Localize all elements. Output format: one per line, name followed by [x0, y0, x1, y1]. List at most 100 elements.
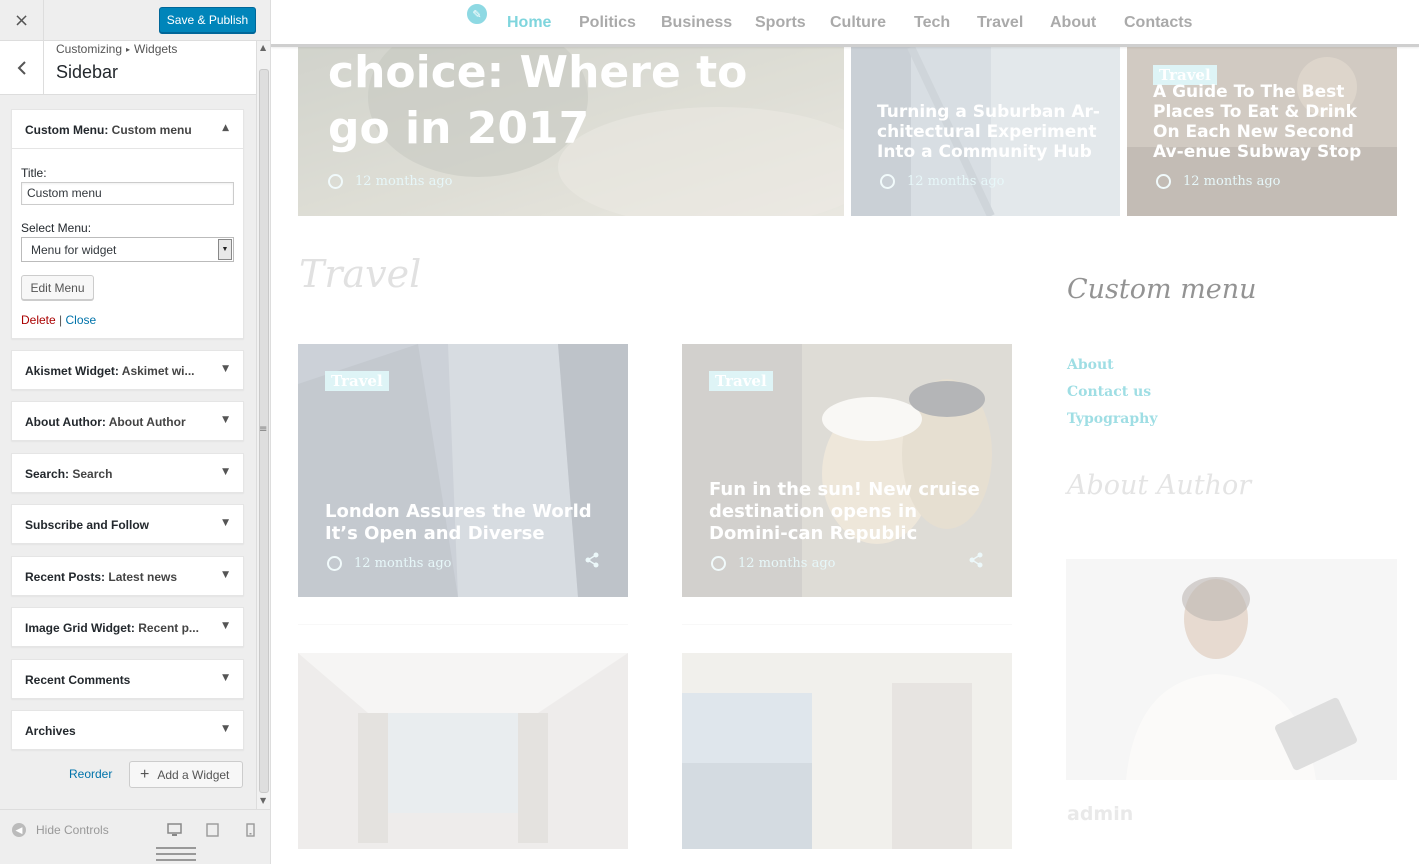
widget-title: Akismet Widget: Askimet wi...	[25, 364, 195, 378]
caret-down-icon[interactable]: ▼	[222, 724, 229, 734]
category-tag[interactable]: Travel	[709, 371, 773, 391]
link-separator: |	[59, 313, 63, 327]
clock-icon	[328, 174, 343, 189]
resize-handle[interactable]	[156, 847, 196, 864]
widget-archives[interactable]: Archives ▼	[11, 710, 244, 750]
customizer-screen: × Save & Publish Customizing ▸ Widgets Sid…	[0, 0, 1419, 864]
mobile-preview-icon[interactable]	[246, 823, 255, 841]
panel-scrollbar[interactable]: ▲ ≡ ▼	[256, 41, 270, 809]
customizer-panel: × Save & Publish Customizing ▸ Widgets Sid…	[0, 0, 271, 864]
hero-side-title[interactable]: A Guide To The Best Places To Eat & Drin…	[1153, 82, 1388, 162]
menu-select[interactable]: Menu for widget ▼	[21, 237, 234, 262]
widget-recent-comments[interactable]: Recent Comments ▼	[11, 659, 244, 699]
hero-post-meta: 12 months ago	[328, 174, 453, 189]
widget-title: Image Grid Widget: Recent p...	[25, 621, 199, 635]
widget-title: Search: Search	[25, 467, 112, 481]
desktop-preview-icon[interactable]	[167, 823, 182, 841]
delete-link[interactable]: Delete	[21, 313, 56, 327]
caret-down-icon[interactable]: ▼	[222, 570, 229, 580]
close-link[interactable]: Close	[66, 313, 97, 327]
menu-link-typography[interactable]: Typography	[1067, 411, 1157, 427]
hero-side-card[interactable]: Travel A Guide To The Best Places To Eat…	[1127, 47, 1397, 216]
post-time: 12 months ago	[907, 174, 1005, 189]
scroll-down-icon[interactable]: ▼	[260, 796, 266, 805]
hero-side-meta: 12 months ago	[880, 174, 1005, 189]
share-icon[interactable]	[584, 552, 600, 572]
author-photo	[1066, 559, 1397, 780]
widget-title-main: Akismet Widget:	[25, 364, 119, 378]
back-button[interactable]	[0, 41, 44, 95]
widget-title: Recent Posts: Latest news	[25, 570, 177, 584]
nav-item-contacts[interactable]: Contacts	[1124, 14, 1192, 32]
widget-custom-menu-header[interactable]: Custom Menu: Custom menu ▲	[12, 110, 243, 149]
widget-akismet[interactable]: Akismet Widget: Askimet wi... ▼	[11, 350, 244, 390]
widget-about-author[interactable]: About Author: About Author ▼	[11, 401, 244, 441]
caret-down-icon[interactable]: ▼	[222, 518, 229, 528]
nav-item-culture[interactable]: Culture	[830, 14, 886, 32]
caret-down-icon[interactable]: ▼	[222, 415, 229, 425]
main-navigation: Home Politics Business Sports Culture Te…	[271, 0, 1419, 47]
clock-icon	[880, 174, 895, 189]
nav-item-home[interactable]: Home	[507, 14, 551, 32]
post-card[interactable]: Travel London Assures the World It’s Ope…	[298, 344, 628, 597]
post-divider	[682, 624, 1012, 625]
post-time: 12 months ago	[738, 556, 836, 571]
tablet-preview-icon[interactable]	[206, 823, 219, 841]
widget-recent-posts[interactable]: Recent Posts: Latest news ▼	[11, 556, 244, 596]
widget-subscribe-follow[interactable]: Subscribe and Follow ▼	[11, 504, 244, 544]
hero-post-title[interactable]: choice: Where to go in 2017	[328, 47, 808, 157]
hero-side-card[interactable]: Turning a Suburban Ar-chitectural Experi…	[851, 47, 1120, 216]
author-name: admin	[1067, 803, 1134, 825]
post-title[interactable]: Fun in the sun! New cruise destination o…	[709, 479, 999, 545]
post-title[interactable]: London Assures the World It’s Open and D…	[325, 501, 615, 545]
hide-controls-button[interactable]: ◀ Hide Controls	[12, 823, 109, 837]
post-card[interactable]	[682, 653, 1012, 849]
nav-item-sports[interactable]: Sports	[755, 14, 806, 32]
menu-link-contact-us[interactable]: Contact us	[1067, 384, 1151, 400]
edit-shortcut-pencil-icon[interactable]: ✎	[465, 2, 489, 26]
caret-down-icon[interactable]: ▼	[222, 467, 229, 477]
widget-search[interactable]: Search: Search ▼	[11, 453, 244, 493]
reorder-link[interactable]: Reorder	[69, 767, 112, 781]
caret-down-icon[interactable]: ▼	[222, 364, 229, 374]
caret-down-icon[interactable]: ▼	[222, 621, 229, 631]
nav-item-politics[interactable]: Politics	[579, 14, 636, 32]
widget-title-main: Archives	[25, 724, 76, 738]
dropdown-arrow-icon[interactable]: ▼	[218, 239, 232, 260]
select-menu-label: Select Menu:	[21, 221, 92, 235]
clock-icon	[711, 556, 726, 571]
menu-link-about[interactable]: About	[1067, 357, 1114, 373]
scroll-up-icon[interactable]: ▲	[260, 43, 266, 52]
hero-post-card[interactable]: choice: Where to go in 2017 12 months ag…	[298, 47, 844, 216]
edit-menu-button[interactable]: Edit Menu	[21, 275, 94, 300]
widget-title-sub: Custom menu	[111, 123, 192, 137]
title-label: Title:	[21, 166, 47, 180]
nav-item-travel[interactable]: Travel	[977, 14, 1023, 32]
widget-custom-menu: Custom Menu: Custom menu ▲ Title: Custom…	[11, 109, 244, 339]
post-meta: 12 months ago	[711, 556, 836, 571]
caret-down-icon[interactable]: ▼	[222, 673, 229, 683]
widget-title-main: Recent Posts:	[25, 570, 106, 584]
save-publish-button[interactable]: Save & Publish	[159, 7, 256, 33]
customizer-header-bar: × Save & Publish	[0, 0, 270, 41]
post-card[interactable]: Travel Fun in the sun! New cruise destin…	[682, 344, 1012, 597]
caret-up-icon[interactable]: ▲	[222, 123, 229, 133]
scrollbar-grip-icon: ≡	[259, 424, 268, 435]
widget-title: Archives	[25, 724, 76, 738]
nav-item-business[interactable]: Business	[661, 14, 732, 32]
hero-side-title[interactable]: Turning a Suburban Ar-chitectural Experi…	[877, 102, 1107, 162]
close-icon: ×	[13, 10, 30, 31]
add-widget-button[interactable]: + Add a Widget	[129, 761, 243, 788]
share-icon[interactable]	[968, 552, 984, 572]
widget-image-grid[interactable]: Image Grid Widget: Recent p... ▼	[11, 607, 244, 647]
close-customizer-button[interactable]: ×	[0, 0, 44, 41]
post-card[interactable]	[298, 653, 628, 849]
nav-item-about[interactable]: About	[1050, 14, 1096, 32]
nav-item-tech[interactable]: Tech	[914, 14, 950, 32]
section-heading: Travel	[299, 252, 422, 296]
title-input[interactable]: Custom menu	[21, 182, 234, 205]
widget-actions: Delete | Close	[21, 313, 96, 327]
section-header: Customizing ▸ Widgets Sidebar	[0, 41, 256, 95]
category-tag[interactable]: Travel	[325, 371, 389, 391]
widget-title-sub: Search	[72, 467, 113, 481]
